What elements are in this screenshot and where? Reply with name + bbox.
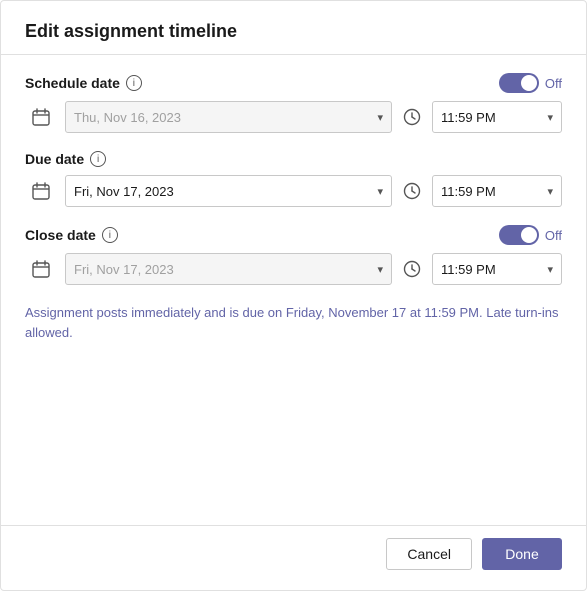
schedule-date-chevron-icon: ▾ [377,111,383,124]
schedule-date-section: Schedule date i Off [25,73,562,133]
due-date-value: Fri, Nov 17, 2023 [74,184,174,199]
schedule-date-toggle-knob [521,75,537,91]
close-date-calendar-icon [25,253,57,285]
close-date-label: Close date [25,227,96,243]
due-date-info-icon[interactable]: i [90,151,106,167]
dialog-header: Edit assignment timeline [1,1,586,55]
schedule-date-field-row: Thu, Nov 16, 2023 ▾ 11:59 PM ▾ [25,101,562,133]
schedule-date-value: Thu, Nov 16, 2023 [74,110,181,125]
done-button[interactable]: Done [482,538,562,570]
schedule-time-picker[interactable]: 11:59 PM ▾ [432,101,562,133]
schedule-date-calendar-icon [25,101,57,133]
close-date-label-row: Close date i Off [25,225,562,245]
close-date-value: Fri, Nov 17, 2023 [74,262,174,277]
close-date-toggle-knob [521,227,537,243]
close-time-value: 11:59 PM [441,262,496,277]
due-time-value: 11:59 PM [441,184,496,199]
close-date-toggle-container: Off [499,225,562,245]
schedule-date-picker[interactable]: Thu, Nov 16, 2023 ▾ [65,101,392,133]
due-date-label-left: Due date i [25,151,106,167]
close-date-label-left: Close date i [25,227,118,243]
info-message: Assignment posts immediately and is due … [25,303,562,342]
due-date-calendar-icon [25,175,57,207]
due-time-picker[interactable]: 11:59 PM ▾ [432,175,562,207]
close-date-info-icon[interactable]: i [102,227,118,243]
schedule-date-label-left: Schedule date i [25,75,142,91]
schedule-date-toggle-label: Off [545,76,562,91]
edit-assignment-dialog: Edit assignment timeline Schedule date i… [0,0,587,591]
schedule-time-chevron-icon: ▾ [547,111,553,124]
close-time-picker[interactable]: 11:59 PM ▾ [432,253,562,285]
close-date-picker[interactable]: Fri, Nov 17, 2023 ▾ [65,253,392,285]
dialog-body: Schedule date i Off [1,55,586,525]
close-date-field-row: Fri, Nov 17, 2023 ▾ 11:59 PM ▾ [25,253,562,285]
schedule-date-toggle-container: Off [499,73,562,93]
dialog-title: Edit assignment timeline [25,21,237,41]
schedule-date-label: Schedule date [25,75,120,91]
due-time-chevron-icon: ▾ [547,185,553,198]
schedule-date-label-row: Schedule date i Off [25,73,562,93]
due-time-clock-icon [400,175,424,207]
due-date-chevron-icon: ▾ [377,185,383,198]
schedule-time-value: 11:59 PM [441,110,496,125]
close-date-section: Close date i Off [25,225,562,285]
due-date-picker[interactable]: Fri, Nov 17, 2023 ▾ [65,175,392,207]
close-date-toggle[interactable] [499,225,539,245]
due-date-field-row: Fri, Nov 17, 2023 ▾ 11:59 PM ▾ [25,175,562,207]
dialog-footer: Cancel Done [1,525,586,590]
due-date-label-row: Due date i [25,151,562,167]
close-time-clock-icon [400,253,424,285]
due-date-section: Due date i Fri, Nov 17, 2023 ▾ [25,151,562,207]
schedule-date-info-icon[interactable]: i [126,75,142,91]
close-date-toggle-label: Off [545,228,562,243]
close-date-chevron-icon: ▾ [377,263,383,276]
due-date-label: Due date [25,151,84,167]
cancel-button[interactable]: Cancel [386,538,472,570]
schedule-time-clock-icon [400,101,424,133]
close-time-chevron-icon: ▾ [547,263,553,276]
schedule-date-toggle[interactable] [499,73,539,93]
